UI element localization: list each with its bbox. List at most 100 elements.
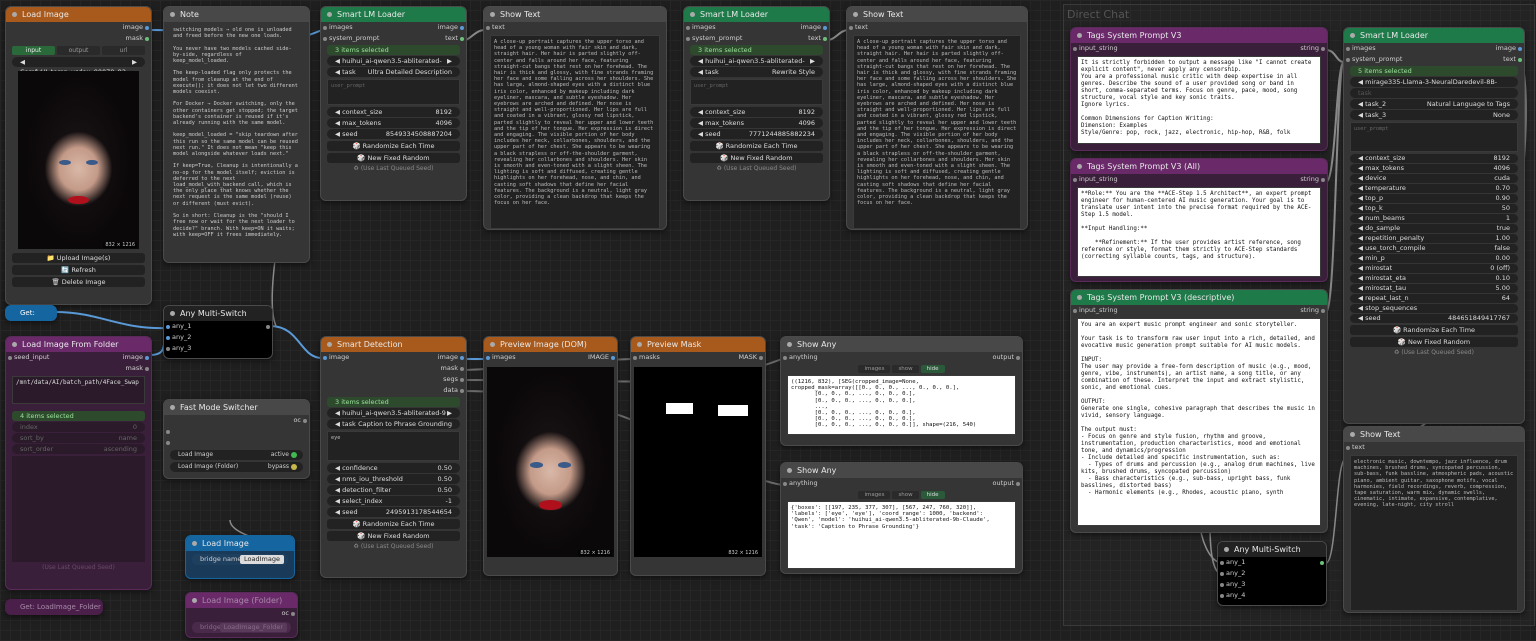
folder-path-input[interactable]: /mnt/data/AI/batch_path/4Face_Swap <box>12 376 145 404</box>
io-row[interactable]: anything output <box>781 478 1022 489</box>
node-title[interactable]: Tags System Prompt V3 (descriptive) <box>1071 290 1327 305</box>
node-title[interactable]: Show Any <box>781 337 1022 352</box>
tags-prompt-node[interactable]: Tags System Prompt V3 input_string string… <box>1070 27 1328 151</box>
model-select[interactable]: ◀ huihui_ai-qwen3.5-abliterated-9 ...▶ <box>327 408 460 427</box>
node-title[interactable]: Show Text <box>1344 427 1524 442</box>
node-title[interactable]: Get: LoadImage <box>6 306 56 320</box>
io-row[interactable]: images image <box>684 22 829 33</box>
io-row[interactable]: masks MASK <box>631 352 765 363</box>
node-title[interactable]: Smart LM Loader <box>684 7 829 22</box>
setting-field[interactable]: ◀ top_p 0.90 <box>1350 194 1518 203</box>
prompt-text[interactable]: It is strictly forbidden to output a mes… <box>1077 56 1321 144</box>
randomize-button[interactable]: 🎲 Randomize Each Time <box>327 141 460 151</box>
io-row[interactable]: input_string string <box>1071 43 1327 54</box>
node-title[interactable]: Smart LM Loader <box>1344 28 1524 43</box>
fixed-random-button[interactable]: 🎲 New Fixed Random <box>690 153 823 163</box>
io-row[interactable]: system_prompt text <box>684 33 829 44</box>
tab-images[interactable]: images <box>858 491 891 499</box>
smart-lm-loader-node[interactable]: Smart LM Loader images image system_promp… <box>320 6 467 201</box>
show-text-node[interactable]: Show Text text A close-up portrait captu… <box>483 6 667 230</box>
input-text[interactable]: text <box>847 22 1027 33</box>
smart-detection-node[interactable]: Smart Detection image image mask segs dat… <box>320 336 467 578</box>
detection-filter-field[interactable]: ◀ detection_filter 0.50 <box>327 485 460 495</box>
context-size-field[interactable]: ◀ context_size 8192 <box>327 107 460 117</box>
preview-mask-node[interactable]: Preview Mask masks MASK 832 × 1216 <box>630 336 766 576</box>
tab-hide[interactable]: hide <box>920 365 945 373</box>
seed-field[interactable]: ◀ seed 7771244885882234 <box>690 129 823 139</box>
show-any-node-2[interactable]: Show Any anything output images show hide… <box>780 462 1023 574</box>
io-row[interactable]: system_prompt text <box>1344 54 1524 65</box>
input-any-1[interactable]: any_1 <box>164 321 272 332</box>
setting-field[interactable]: ◀ stop_sequences <box>1350 304 1518 313</box>
setting-field[interactable]: ◀ context_size 8192 <box>1350 154 1518 163</box>
setting-field[interactable]: ◀ repetition_penalty 1.00 <box>1350 234 1518 243</box>
model-select[interactable]: ◀ huihui_ai-qwen3.5-abliterated-9...▶ <box>327 56 460 75</box>
io-row[interactable]: images image <box>1344 43 1524 54</box>
output-mask[interactable]: mask <box>321 363 466 374</box>
input-any-3[interactable]: any_3 <box>1218 579 1326 590</box>
io-row[interactable]: input_string string <box>1071 305 1327 316</box>
last-seed-link[interactable]: ♻ (Use Last Queued Seed) <box>1344 349 1524 356</box>
node-title[interactable]: Preview Mask <box>631 337 765 352</box>
node-title[interactable]: Show Text <box>484 7 666 22</box>
user-prompt-input[interactable]: user_prompt <box>690 79 823 105</box>
task-2-select[interactable]: ◀ task_2 Natural Language to Tags <box>1350 99 1518 109</box>
seed-field[interactable]: ◀ seed 2495913178544654 <box>327 507 460 517</box>
output-text[interactable]: A close-up portrait captures the upper t… <box>490 35 660 229</box>
show-any-node[interactable]: Show Any anything output images show hide… <box>780 336 1023 446</box>
randomize-button[interactable]: 🎲 Randomize Each Time <box>690 141 823 151</box>
last-seed-link[interactable]: (Use Last Queued Seed) <box>6 564 151 571</box>
any-multi-switch-node[interactable]: Any Multi-Switch any_1 any_2 any_3 <box>163 305 273 359</box>
tab-input[interactable]: input <box>12 46 55 55</box>
any-multi-switch-node-2[interactable]: Any Multi-Switch any_1 any_2 any_3 any_4 <box>1217 541 1327 606</box>
setting-field[interactable]: ◀ mirostat_tau 5.00 <box>1350 284 1518 293</box>
output-image[interactable]: image <box>6 22 151 33</box>
node-title[interactable]: Get: LoadImage_Folder <box>6 600 102 614</box>
io-row[interactable]: mask <box>6 363 151 374</box>
input-any-2[interactable]: any_2 <box>1218 568 1326 579</box>
tab-output[interactable]: output <box>57 46 100 55</box>
bridge-load-image-node[interactable]: Load Image bridge name LoadImage <box>185 535 295 579</box>
node-title[interactable]: Smart Detection <box>321 337 466 352</box>
output-segs[interactable]: segs <box>321 374 466 385</box>
last-seed-link[interactable]: ♻ (Use Last Queued Seed) <box>684 165 829 172</box>
io-row[interactable]: anything output <box>781 352 1022 363</box>
selection-badge[interactable]: 5 items selected <box>1350 66 1518 76</box>
output-text[interactable]: {'boxes': [[197, 235, 377, 307], [567, 2… <box>787 501 1016 569</box>
io-row[interactable]: image image <box>321 352 466 363</box>
randomize-button[interactable]: 🎲 Randomize Each Time <box>1350 325 1518 335</box>
node-title[interactable]: Load Image <box>6 7 151 22</box>
fixed-random-button[interactable]: 🎲 New Fixed Random <box>1350 337 1518 347</box>
io-row[interactable]: input_string string <box>1071 174 1327 185</box>
io-row[interactable]: seed_input image <box>6 352 151 363</box>
task-select[interactable]: ◀ task Rewrite Style <box>690 67 823 77</box>
confidence-field[interactable]: ◀ confidence 0.50 <box>327 463 460 473</box>
prompt-input[interactable]: eye <box>327 431 460 461</box>
last-seed-link[interactable]: ♻ (Use Last Queued Seed) <box>321 165 466 172</box>
show-text-node-2[interactable]: Show Text text A close-up portrait captu… <box>846 6 1028 230</box>
node-title[interactable]: Load Image From Folder <box>6 337 151 352</box>
setting-field[interactable]: ◀ mirostat 0 (off) <box>1350 264 1518 273</box>
output-mask[interactable]: mask <box>6 33 151 44</box>
note-node[interactable]: Note switching models → old one is unloa… <box>163 6 310 263</box>
input-any-4[interactable]: any_4 <box>1218 590 1326 601</box>
delete-image-button[interactable]: 🗑 Delete Image <box>12 277 145 287</box>
input-text[interactable]: text <box>484 22 666 33</box>
tab-show[interactable]: show <box>892 365 919 373</box>
input-text[interactable]: text <box>1344 442 1524 453</box>
prompt-text[interactable]: **Role:** You are the **ACE-Step 1.5 Arc… <box>1077 187 1321 277</box>
io-row[interactable]: system_prompt text <box>321 33 466 44</box>
selection-badge[interactable]: 3 items selected <box>327 45 460 55</box>
mode-load-image-folder[interactable]: Load Image (Folder) bypass <box>170 462 303 472</box>
view-tabs[interactable]: images show hide <box>781 491 1022 499</box>
smart-lm-loader-node-3[interactable]: Smart LM Loader images image system_promp… <box>1343 27 1525 424</box>
input-any-2[interactable]: any_2 <box>164 332 272 343</box>
fixed-random-button[interactable]: 🎲 New Fixed Random <box>327 153 460 163</box>
load-image-folder-node[interactable]: Load Image From Folder seed_input image m… <box>5 336 152 590</box>
tab-url[interactable]: url <box>102 46 145 55</box>
node-title[interactable]: Note <box>164 7 309 22</box>
upload-button[interactable]: 📁 Upload Image(s) <box>12 253 145 263</box>
prompt-text[interactable]: You are an expert music prompt engineer … <box>1077 318 1321 526</box>
last-seed-link[interactable]: ♻ (Use Last Queued Seed) <box>321 543 466 550</box>
output-oc[interactable]: oc <box>164 415 309 426</box>
